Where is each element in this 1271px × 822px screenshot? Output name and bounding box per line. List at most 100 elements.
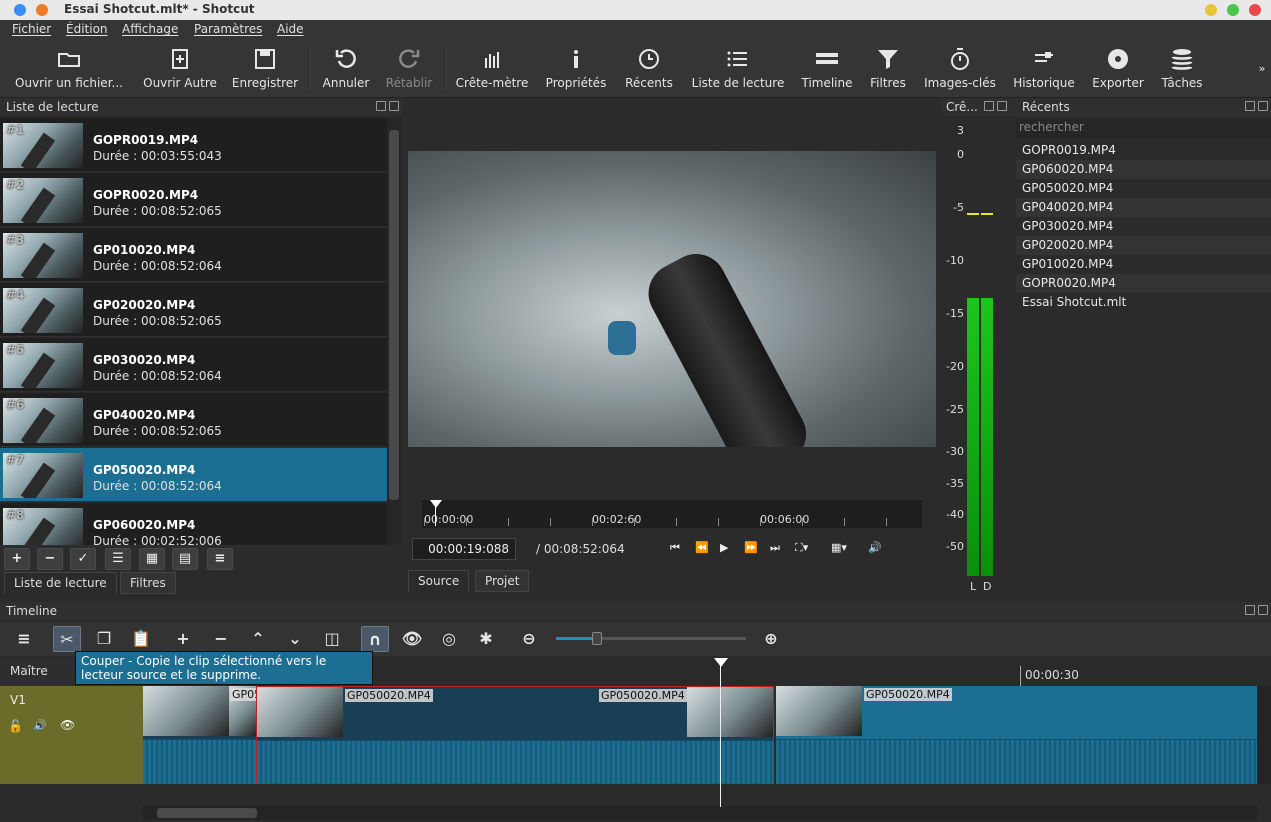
remove-icon[interactable]: − xyxy=(37,548,63,570)
grid-view-icon[interactable]: ▦ xyxy=(139,548,165,570)
track-header-v1[interactable]: V1 🔓 🔊 👁 xyxy=(0,686,143,784)
overwrite-icon[interactable]: ⌄ xyxy=(281,626,309,652)
tab-source[interactable]: Source xyxy=(408,570,470,592)
playlist-item-selected[interactable]: #7 GP050020.MP4 Durée : 00:08:52:064 xyxy=(0,448,387,502)
timeline-vscroll[interactable] xyxy=(1258,686,1271,784)
timeline-hscroll[interactable] xyxy=(143,806,1257,820)
playhead-marker-icon[interactable] xyxy=(714,658,728,667)
scrollbar-thumb[interactable] xyxy=(389,130,399,500)
recent-item[interactable]: GP030020.MP4 xyxy=(1016,217,1271,236)
menu-aide[interactable]: Aide xyxy=(277,22,304,36)
timecode-input[interactable]: 00:00:19:088 xyxy=(412,538,516,560)
tab-project[interactable]: Projet xyxy=(475,570,530,592)
skip-end-icon[interactable]: ⏭ xyxy=(770,541,780,555)
timeline-clip[interactable]: GP050020.MP4 xyxy=(776,686,1257,784)
skip-start-icon[interactable]: ⏮ xyxy=(670,541,680,555)
ripple-icon[interactable]: ◎ xyxy=(435,626,463,652)
toolbar-overflow-icon[interactable]: » xyxy=(1256,40,1268,98)
playlist-item[interactable]: #2 GOPR0020.MP4 Durée : 00:08:52:065 xyxy=(0,173,387,227)
recent-item[interactable]: GOPR0019.MP4 xyxy=(1016,141,1271,160)
snap-icon[interactable]: ∩ xyxy=(361,626,389,652)
tab-filters[interactable]: Filtres xyxy=(120,572,176,594)
playlist-item[interactable]: #6 GP040020.MP4 Durée : 00:08:52:065 xyxy=(0,393,387,447)
menu-edition[interactable]: Édition xyxy=(66,22,108,36)
timeline-menu-icon[interactable]: ≡ xyxy=(10,626,38,652)
tile-view-icon[interactable]: ▤ xyxy=(172,548,198,570)
recent-item[interactable]: GP010020.MP4 xyxy=(1016,255,1271,274)
timeline-button[interactable]: Timeline xyxy=(796,40,858,98)
playlist-item[interactable]: #5 GP030020.MP4 Durée : 00:08:52:064 xyxy=(0,338,387,392)
copy-icon[interactable]: ❐ xyxy=(90,626,118,652)
playlist-item[interactable]: #4 GP020020.MP4 Durée : 00:08:52:065 xyxy=(0,283,387,337)
hide-icon[interactable]: 👁 xyxy=(60,718,75,732)
scrub-icon[interactable]: 👁 xyxy=(398,626,426,652)
window-pin-icon[interactable] xyxy=(36,4,48,16)
zoom-out-icon[interactable]: ⊖ xyxy=(515,626,543,652)
fast-forward-icon[interactable]: ⏩ xyxy=(744,541,758,554)
timeline-clip[interactable]: GP05 xyxy=(143,686,256,784)
open-other-button[interactable]: Ouvrir Autre xyxy=(138,40,222,98)
open-file-button[interactable]: Ouvrir un fichier... xyxy=(10,40,128,98)
save-button[interactable]: Enregistrer xyxy=(228,40,302,98)
close-panel-icon[interactable] xyxy=(1258,101,1268,111)
recent-item[interactable]: GP020020.MP4 xyxy=(1016,236,1271,255)
zoom-in-icon[interactable]: ⊕ xyxy=(757,626,785,652)
check-icon[interactable]: ✓ xyxy=(70,548,96,570)
menu-affichage[interactable]: Affichage xyxy=(122,22,178,36)
window-menu-icon[interactable] xyxy=(14,4,26,16)
playlist-scrollbar[interactable] xyxy=(387,118,401,544)
float-icon[interactable] xyxy=(1245,101,1255,111)
tasks-button[interactable]: Tâches xyxy=(1156,40,1208,98)
scrollbar-thumb[interactable] xyxy=(157,808,257,818)
float-icon[interactable] xyxy=(984,101,994,111)
playlist-item[interactable]: #1 GOPR0019.MP4 Durée : 00:03:55:043 xyxy=(0,118,387,172)
rewind-icon[interactable]: ⏪ xyxy=(695,541,709,554)
lock-icon[interactable]: 🔓 xyxy=(8,719,23,733)
playlist-item[interactable]: #3 GP010020.MP4 Durée : 00:08:52:064 xyxy=(0,228,387,282)
minimize-icon[interactable] xyxy=(1205,4,1217,16)
close-icon[interactable] xyxy=(1249,4,1261,16)
menu-icon[interactable]: ≡ xyxy=(207,548,233,570)
zoom-icon[interactable]: ⛶▾ xyxy=(795,541,808,555)
close-panel-icon[interactable] xyxy=(1258,605,1268,615)
paste-icon[interactable]: 📋 xyxy=(127,626,155,652)
maximize-icon[interactable] xyxy=(1227,4,1239,16)
detail-view-icon[interactable]: ☰ xyxy=(105,548,131,570)
grid-icon[interactable]: ▦▾ xyxy=(831,541,847,554)
split-icon[interactable]: ◫ xyxy=(318,626,346,652)
video-preview[interactable] xyxy=(408,151,936,447)
tab-playlist[interactable]: Liste de lecture xyxy=(4,572,117,594)
playlist-item[interactable]: #8 GP060020.MP4 Durée : 00:02:52:006 xyxy=(0,503,387,546)
ripple-all-icon[interactable]: ✱ xyxy=(472,626,500,652)
recent-item[interactable]: GOPR0020.MP4 xyxy=(1016,274,1271,293)
timeline-playhead[interactable] xyxy=(720,662,721,807)
history-button[interactable]: Historique xyxy=(1008,40,1080,98)
recent-search-input[interactable]: rechercher xyxy=(1016,118,1271,138)
append-icon[interactable]: + xyxy=(169,626,197,652)
recent-item[interactable]: GP060020.MP4 xyxy=(1016,160,1271,179)
viewer-ruler[interactable]: 00:00:00 00:02:60 00:06:00 xyxy=(422,500,922,528)
properties-button[interactable]: Propriétés xyxy=(543,40,609,98)
zoom-slider[interactable] xyxy=(556,632,746,645)
redo-button[interactable]: Rétablir xyxy=(380,40,438,98)
recent-button[interactable]: Récents xyxy=(620,40,678,98)
float-icon[interactable] xyxy=(376,101,386,111)
playhead-marker-icon[interactable] xyxy=(430,500,442,508)
add-icon[interactable]: + xyxy=(4,548,30,570)
undo-button[interactable]: Annuler xyxy=(318,40,374,98)
menu-fichier[interactable]: Fichier xyxy=(12,22,51,36)
volume-icon[interactable]: 🔊 xyxy=(868,541,882,554)
close-panel-icon[interactable] xyxy=(389,101,399,111)
keyframes-button[interactable]: Images-clés xyxy=(920,40,1000,98)
float-icon[interactable] xyxy=(1245,605,1255,615)
peak-meter-button[interactable]: Crête-mètre xyxy=(452,40,532,98)
lift-icon[interactable]: ⌃ xyxy=(244,626,272,652)
play-icon[interactable]: ▶ xyxy=(720,541,728,554)
recent-item[interactable]: GP050020.MP4 xyxy=(1016,179,1271,198)
recent-item[interactable]: Essai Shotcut.mlt xyxy=(1016,293,1271,312)
export-button[interactable]: Exporter xyxy=(1088,40,1148,98)
recent-item[interactable]: GP040020.MP4 xyxy=(1016,198,1271,217)
zoom-slider-handle[interactable] xyxy=(592,632,602,645)
playlist-button[interactable]: Liste de lecture xyxy=(688,40,788,98)
cut-icon[interactable]: ✂ xyxy=(53,626,81,652)
